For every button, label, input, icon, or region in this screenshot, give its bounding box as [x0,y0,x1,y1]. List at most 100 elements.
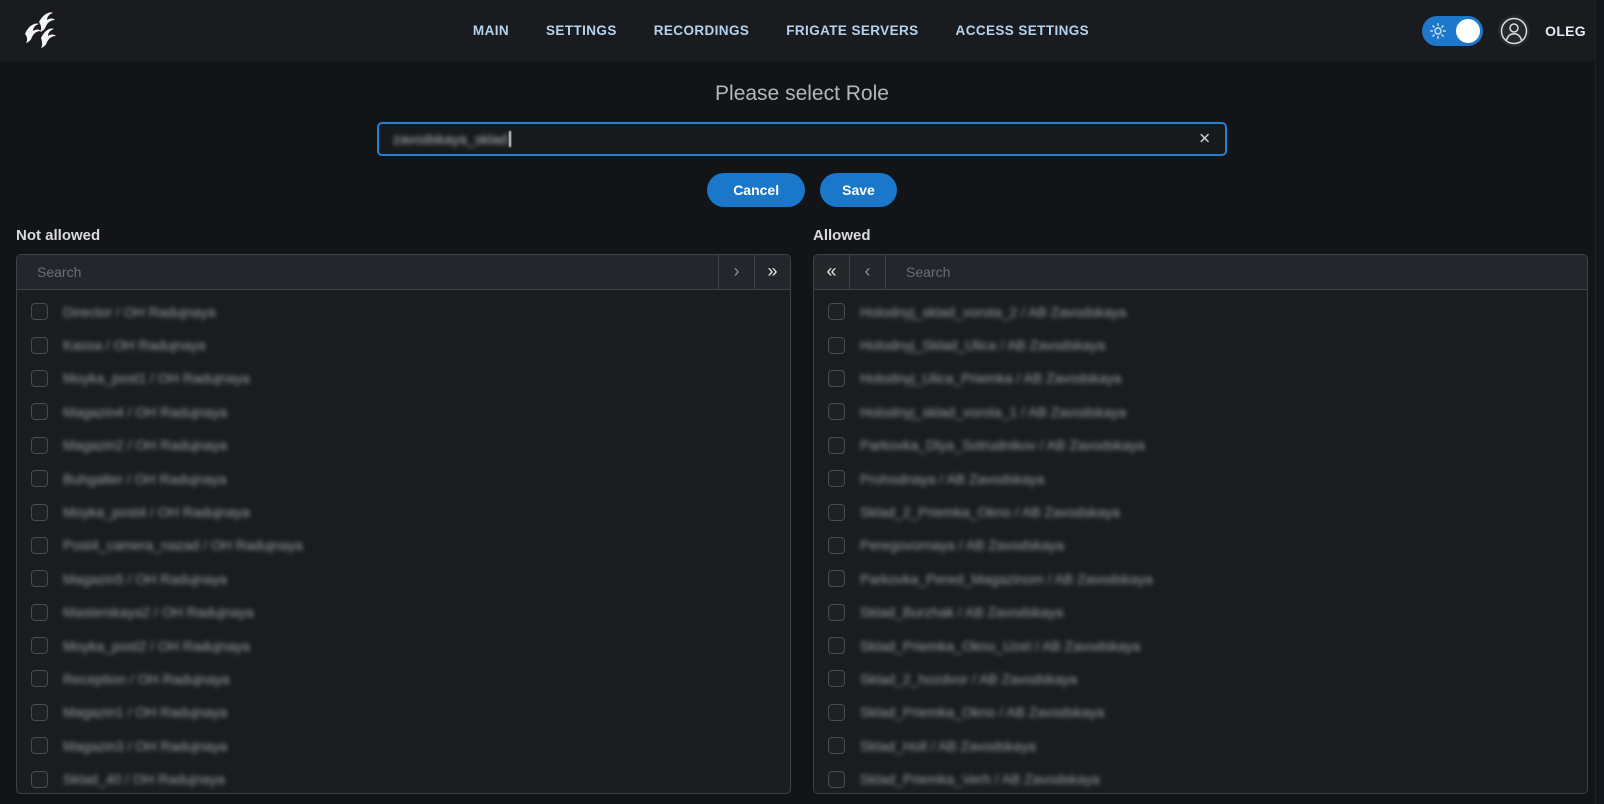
toggle-knob [1456,19,1480,43]
list-item[interactable]: Magazin2 / OH Radujnaya [17,429,790,462]
list-item[interactable]: Magazin3 / OH Radujnaya [17,729,790,762]
list-item-label: Sklad_40 / OH Radujnaya [63,771,225,787]
list-item[interactable]: Magazin4 / OH Radujnaya [17,395,790,428]
checkbox[interactable] [828,470,845,487]
nav-item-access-settings[interactable]: ACCESS SETTINGS [956,23,1090,38]
checkbox[interactable] [31,303,48,320]
move-all-left-button double-chevron-left-icon[interactable]: « [814,255,850,289]
list-item-label: Holodnyj_sklad_vorota_2 / AB Zavodskaya [860,304,1126,320]
list-item[interactable]: Peregovornaya / AB Zavodskaya [814,529,1587,562]
allowed-panel-box: « ‹ Holodnyj_sklad_vorota_2 / AB Zavodsk… [813,254,1588,794]
checkbox[interactable] [31,570,48,587]
checkbox[interactable] [828,704,845,721]
main-nav: MAIN SETTINGS RECORDINGS FRIGATE SERVERS… [473,23,1089,38]
theme-toggle[interactable] [1422,16,1483,46]
allowed-search-input[interactable] [886,255,1587,289]
checkbox[interactable] [31,637,48,654]
move-all-right-button double-chevron-right-icon[interactable]: » [754,255,790,289]
list-item[interactable]: Holodnyj_Sklad_Ulica / AB Zavodskaya [814,328,1587,361]
list-item[interactable]: Magazin5 / OH Radujnaya [17,562,790,595]
list-item[interactable]: Sklad_Priemka_Okno / AB Zavodskaya [814,696,1587,729]
list-item[interactable]: Holodnyj_sklad_vorota_1 / AB Zavodskaya [814,395,1587,428]
list-item-label: Sklad_Priemka_Okno / AB Zavodskaya [860,704,1104,720]
checkbox[interactable] [31,403,48,420]
checkbox[interactable] [828,437,845,454]
checkbox[interactable] [31,670,48,687]
checkbox[interactable] [828,604,845,621]
list-item[interactable]: Prohodnaya / AB Zavodskaya [814,462,1587,495]
checkbox[interactable] [828,771,845,788]
list-item-label: Director / OH Radujnaya [63,304,216,320]
list-item[interactable]: Sklad_2_hozdvor / AB Zavodskaya [814,662,1587,695]
list-item[interactable]: Holodnyj_Ulica_Priemka / AB Zavodskaya [814,362,1587,395]
checkbox[interactable] [31,537,48,554]
list-item[interactable]: Kassa / OH Radujnaya [17,328,790,361]
checkbox[interactable] [828,370,845,387]
checkbox[interactable] [31,771,48,788]
allowed-panel: Allowed « ‹ Holodnyj_sklad_vorota_2 / AB… [813,227,1588,794]
frigate-birds-icon[interactable] [18,8,64,54]
checkbox[interactable] [828,737,845,754]
checkbox[interactable] [828,637,845,654]
nav-item-settings[interactable]: SETTINGS [546,23,617,38]
checkbox[interactable] [31,704,48,721]
move-selected-left-button chevron-left-icon[interactable]: ‹ [850,255,886,289]
list-item[interactable]: Reception / OH Radujnaya [17,662,790,695]
checkbox[interactable] [31,370,48,387]
list-item[interactable]: Sklad_Priemka_Verh / AB Zavodskaya [814,762,1587,793]
list-item[interactable]: Moyka_post4 / OH Radujnaya [17,495,790,528]
checkbox[interactable] [828,670,845,687]
list-item[interactable]: Parkovka_Pered_Magazinom / AB Zavodskaya [814,562,1587,595]
move-selected-right-button chevron-right-icon[interactable]: › [718,255,754,289]
role-input[interactable]: zavodskaya_sklad ✕ [377,122,1227,156]
checkbox[interactable] [828,537,845,554]
list-item-label: Sklad_2_hozdvor / AB Zavodskaya [860,671,1077,687]
checkbox[interactable] [31,437,48,454]
cancel-button[interactable]: Cancel [707,173,805,207]
checkbox[interactable] [31,737,48,754]
list-item[interactable]: Sklad_40 / OH Radujnaya [17,762,790,793]
checkbox[interactable] [31,337,48,354]
clear-input-button[interactable]: ✕ [1196,130,1213,149]
list-item[interactable]: Magazin1 / OH Radujnaya [17,696,790,729]
list-item-label: Holodnyj_Sklad_Ulica / AB Zavodskaya [860,337,1105,353]
checkbox[interactable] [31,504,48,521]
list-item[interactable]: Sklad_Holl / AB Zavodskaya [814,729,1587,762]
username[interactable]: OLEG [1545,23,1586,39]
not-allowed-title: Not allowed [16,227,791,245]
list-item[interactable]: Moyka_post1 / OH Radujnaya [17,362,790,395]
checkbox[interactable] [828,504,845,521]
user-avatar-icon[interactable] [1498,15,1530,47]
list-item[interactable]: Director / OH Radujnaya [17,295,790,328]
not-allowed-search-input[interactable] [17,255,718,289]
list-item[interactable]: Holodnyj_sklad_vorota_2 / AB Zavodskaya [814,295,1587,328]
list-item[interactable]: Sklad_Burzhak / AB Zavodskaya [814,596,1587,629]
nav-item-recordings[interactable]: RECORDINGS [654,23,750,38]
list-item[interactable]: Parkovka_Dlya_Sotrudnikov / AB Zavodskay… [814,429,1587,462]
checkbox[interactable] [31,604,48,621]
list-item-label: Kassa / OH Radujnaya [63,337,205,353]
page-scrollbar[interactable] [1595,0,1604,804]
list-item[interactable]: Moyka_post2 / OH Radujnaya [17,629,790,662]
list-item[interactable]: Sklad_2_Priemka_Okno / AB Zavodskaya [814,495,1587,528]
list-item-label: Moyka_post2 / OH Radujnaya [63,638,250,654]
nav-item-frigate-servers[interactable]: FRIGATE SERVERS [786,23,918,38]
not-allowed-panel-box: › » Director / OH Radujnaya Kassa / OH R… [16,254,791,794]
checkbox[interactable] [31,470,48,487]
list-item-label: Moyka_post4 / OH Radujnaya [63,504,250,520]
save-button[interactable]: Save [820,173,897,207]
list-item[interactable]: Buhgalter / OH Radujnaya [17,462,790,495]
nav-item-main[interactable]: MAIN [473,23,509,38]
list-item-label: Magazin1 / OH Radujnaya [63,704,227,720]
list-item[interactable]: Masterskaya2 / OH Radujnaya [17,596,790,629]
checkbox[interactable] [828,403,845,420]
list-item-label: Holodnyj_Ulica_Priemka / AB Zavodskaya [860,370,1121,386]
list-item[interactable]: Post4_camera_nazad / OH Radujnaya [17,529,790,562]
form-actions: Cancel Save [0,173,1604,207]
checkbox[interactable] [828,303,845,320]
checkbox[interactable] [828,570,845,587]
allowed-list: Holodnyj_sklad_vorota_2 / AB Zavodskaya … [814,290,1587,793]
list-item[interactable]: Sklad_Priemka_Okno_Uzel / AB Zavodskaya [814,629,1587,662]
checkbox[interactable] [828,337,845,354]
list-item-label: Post4_camera_nazad / OH Radujnaya [63,537,303,553]
